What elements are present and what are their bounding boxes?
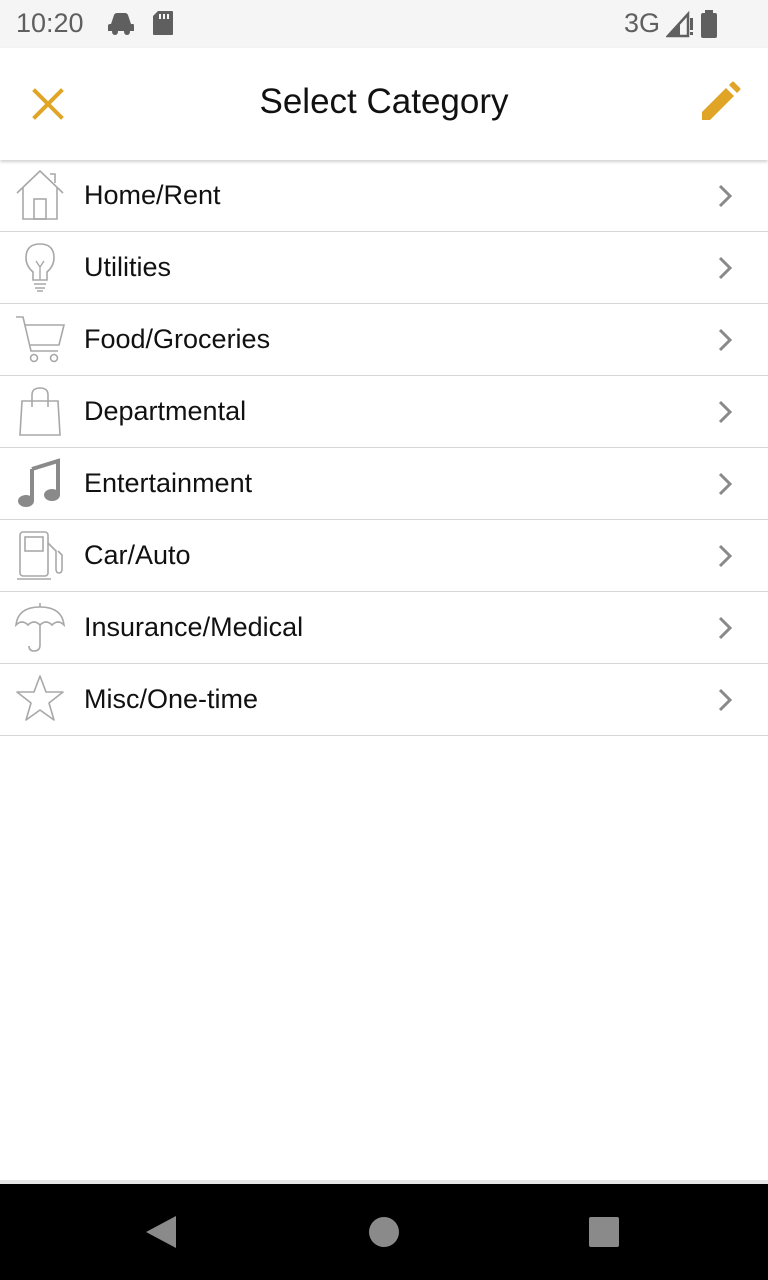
- cart-icon: [16, 316, 66, 363]
- music-note-icon: [18, 458, 60, 507]
- status-bar: 10:20 3G: [0, 0, 768, 48]
- chevron-right-icon: [718, 544, 733, 568]
- category-label: Insurance/Medical: [84, 612, 304, 642]
- category-row-home-rent[interactable]: Home/Rent: [0, 160, 768, 232]
- nav-bar: [0, 1184, 768, 1280]
- category-label: Misc/One-time: [84, 684, 259, 714]
- chevron-right-icon: [718, 328, 733, 352]
- back-icon: [146, 1216, 176, 1248]
- pencil-icon: [702, 81, 741, 120]
- category-row-utilities[interactable]: Utilities: [0, 232, 768, 304]
- category-list: Home/Rent Utilities Food/Groceries Depar…: [0, 160, 768, 736]
- page-title: Select Category: [259, 82, 509, 121]
- chevron-right-icon: [718, 688, 733, 712]
- category-row-car-auto[interactable]: Car/Auto: [0, 520, 768, 592]
- umbrella-icon: [14, 603, 66, 652]
- nav-home-button[interactable]: [360, 1208, 408, 1256]
- recents-icon: [589, 1217, 619, 1247]
- chevron-right-icon: [718, 472, 733, 496]
- chevron-right-icon: [718, 616, 733, 640]
- signal-icon: [666, 10, 693, 37]
- lightbulb-icon: [25, 243, 55, 292]
- chevron-right-icon: [718, 400, 733, 424]
- nav-back-button[interactable]: [136, 1208, 184, 1256]
- chevron-right-icon: [718, 184, 733, 208]
- category-label: Departmental: [84, 396, 247, 426]
- sd-card-icon: [153, 11, 173, 35]
- star-icon: [16, 675, 64, 721]
- home-circle-icon: [369, 1217, 399, 1247]
- category-label: Entertainment: [84, 468, 253, 498]
- chevron-right-icon: [718, 256, 733, 280]
- network-type: 3G: [623, 8, 660, 38]
- category-label: Home/Rent: [84, 180, 221, 210]
- gas-pump-icon: [17, 531, 63, 580]
- nav-recents-button[interactable]: [580, 1208, 628, 1256]
- category-row-departmental[interactable]: Departmental: [0, 376, 768, 448]
- home-icon: [16, 169, 64, 220]
- battery-icon: [701, 9, 717, 38]
- category-row-entertainment[interactable]: Entertainment: [0, 448, 768, 520]
- edit-button[interactable]: [696, 78, 744, 126]
- app-bar: Select Category: [0, 48, 768, 160]
- category-row-insurance-medical[interactable]: Insurance/Medical: [0, 592, 768, 664]
- status-time: 10:20: [16, 8, 84, 38]
- shopping-bag-icon: [19, 387, 61, 436]
- category-row-misc-one-time[interactable]: Misc/One-time: [0, 664, 768, 736]
- category-row-food-groceries[interactable]: Food/Groceries: [0, 304, 768, 376]
- category-label: Food/Groceries: [84, 324, 271, 354]
- car-icon: [108, 13, 134, 35]
- category-label: Utilities: [84, 252, 172, 282]
- category-label: Car/Auto: [84, 540, 191, 570]
